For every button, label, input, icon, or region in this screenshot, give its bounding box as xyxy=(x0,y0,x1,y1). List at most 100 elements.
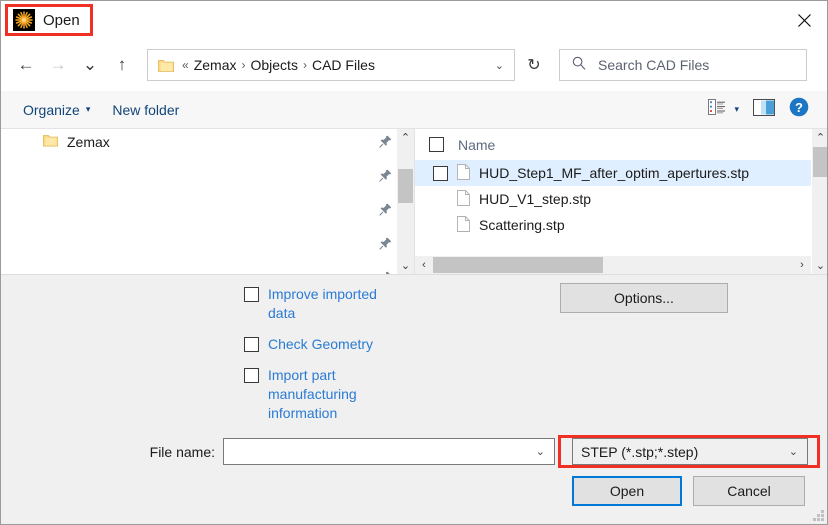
sidebar-item-label: Zemax xyxy=(67,134,110,150)
table-row[interactable]: HUD_V1_step.stp xyxy=(415,186,811,212)
command-bar-right: ▾ ? xyxy=(708,97,809,122)
breadcrumb-item-zemax[interactable]: Zemax xyxy=(194,57,237,73)
filepane-vertical-scrollbar[interactable]: ⌃ ⌄ xyxy=(811,129,827,274)
file-rows: HUD_Step1_MF_after_optim_apertures.stp H… xyxy=(415,160,811,255)
table-row[interactable]: Scattering.stp xyxy=(415,212,811,238)
open-button[interactable]: Open xyxy=(572,476,682,506)
scroll-up-icon[interactable]: ⌃ xyxy=(397,129,414,146)
file-name-label: Scattering.stp xyxy=(479,217,565,233)
navpane-vertical-scrollbar[interactable]: ⌃ ⌄ xyxy=(396,129,414,274)
file-name-label: HUD_V1_step.stp xyxy=(479,191,592,207)
breadcrumb-item-cad-files[interactable]: CAD Files xyxy=(312,57,375,73)
refresh-icon[interactable]: ↻ xyxy=(517,49,551,81)
chevron-down-icon[interactable]: ⌄ xyxy=(789,445,798,458)
address-bar[interactable]: « Zemax › Objects › CAD Files ⌄ xyxy=(147,49,515,81)
chevron-down-icon: ▾ xyxy=(734,104,739,114)
content-panes: Zemax ⌃ ⌄ Name HUD_Step1_MF_after_optim_… xyxy=(1,129,827,274)
option-label: Improve imported data xyxy=(268,286,377,321)
improve-imported-data-checkbox[interactable] xyxy=(244,287,259,302)
svg-text:?: ? xyxy=(795,100,803,115)
back-icon[interactable]: ← xyxy=(11,50,41,80)
navigation-bar: ← → ⌄ ↑ « Zemax › Objects › CAD Files ⌄ xyxy=(1,39,827,91)
zemax-starburst-icon xyxy=(13,9,35,31)
file-name-label: HUD_Step1_MF_after_optim_apertures.stp xyxy=(479,165,750,181)
options-area: Improve imported data Check Geometry Imp… xyxy=(1,274,827,524)
document-icon xyxy=(457,163,470,183)
chevron-down-icon[interactable]: ⌄ xyxy=(495,59,504,72)
chevron-down-icon: ▾ xyxy=(85,104,91,114)
option-label: Check Geometry xyxy=(268,336,374,352)
option-label: Import part manufacturing information xyxy=(268,367,357,421)
chevron-down-icon[interactable]: ⌄ xyxy=(536,445,545,458)
navigation-buttons: ← → ⌄ ↑ xyxy=(11,50,137,80)
scroll-right-icon[interactable]: › xyxy=(793,259,811,271)
option-import-part-manufacturing-information[interactable]: Import part manufacturing information xyxy=(244,366,414,423)
scrollbar-thumb[interactable] xyxy=(813,147,827,177)
file-name-label: File name: xyxy=(149,443,215,460)
select-all-checkbox[interactable] xyxy=(429,137,444,152)
breadcrumb-separator: › xyxy=(241,58,246,72)
scrollbar-thumb[interactable] xyxy=(398,169,413,203)
scroll-down-icon[interactable]: ⌄ xyxy=(812,257,827,274)
option-check-geometry[interactable]: Check Geometry xyxy=(244,335,414,354)
column-header-row: Name xyxy=(415,129,811,160)
search-box[interactable]: Search CAD Files xyxy=(559,49,807,81)
sidebar-item-zemax[interactable]: Zemax xyxy=(1,129,396,155)
dialog-action-buttons: Open Cancel xyxy=(572,476,805,506)
file-name-row: File name: ⌄ STEP (*.stp;*.step) ⌄ xyxy=(1,438,827,465)
title-bar: Open xyxy=(1,1,827,39)
file-type-combo[interactable]: STEP (*.stp;*.step) ⌄ xyxy=(572,438,808,465)
scroll-left-icon[interactable]: ‹ xyxy=(415,259,433,271)
pin-icon[interactable] xyxy=(378,203,392,221)
search-icon xyxy=(572,56,586,75)
import-options-checkboxes: Improve imported data Check Geometry Imp… xyxy=(244,285,414,435)
recent-locations-icon[interactable]: ⌄ xyxy=(75,50,105,80)
new-folder-button[interactable]: New folder xyxy=(112,102,179,118)
open-file-dialog: Open ← → ⌄ ↑ « Zemax › Objects › CAD Fil… xyxy=(0,0,828,525)
file-checkbox[interactable] xyxy=(433,165,448,181)
breadcrumb-prefix: « xyxy=(182,58,189,72)
pin-icon[interactable] xyxy=(378,135,392,153)
filepane-horizontal-scrollbar[interactable]: ‹ › xyxy=(415,255,811,274)
new-folder-label: New folder xyxy=(112,101,180,118)
navigation-pane: Zemax xyxy=(1,129,396,274)
pin-rail xyxy=(374,129,396,274)
option-improve-imported-data[interactable]: Improve imported data xyxy=(244,285,414,323)
folder-icon xyxy=(43,134,59,150)
view-options-button[interactable]: ▾ xyxy=(708,99,739,120)
file-name-combo[interactable]: ⌄ xyxy=(223,438,555,465)
forward-icon[interactable]: → xyxy=(43,50,73,80)
file-name-input[interactable] xyxy=(229,442,536,461)
search-input[interactable]: Search CAD Files xyxy=(598,57,709,73)
help-icon[interactable]: ? xyxy=(789,97,809,122)
organize-button[interactable]: Organize ▾ xyxy=(23,102,90,118)
up-icon[interactable]: ↑ xyxy=(107,50,137,80)
options-button[interactable]: Options... xyxy=(560,283,728,313)
table-row[interactable]: HUD_Step1_MF_after_optim_apertures.stp xyxy=(415,160,811,186)
file-type-value: STEP (*.stp;*.step) xyxy=(581,443,699,460)
pin-icon[interactable] xyxy=(378,237,392,255)
scrollbar-thumb[interactable] xyxy=(433,257,603,273)
breadcrumb-item-objects[interactable]: Objects xyxy=(250,57,297,73)
check-geometry-checkbox[interactable] xyxy=(244,337,259,352)
preview-pane-icon[interactable] xyxy=(753,98,775,121)
column-header-name[interactable]: Name xyxy=(458,137,495,153)
command-bar: Organize ▾ New folder ▾ ? xyxy=(1,91,827,129)
resize-grip[interactable] xyxy=(812,509,825,522)
scroll-down-icon[interactable]: ⌄ xyxy=(397,257,414,274)
import-part-manufacturing-information-checkbox[interactable] xyxy=(244,368,259,383)
breadcrumb-separator: › xyxy=(302,58,307,72)
close-icon[interactable] xyxy=(781,1,827,39)
folder-icon xyxy=(158,59,174,72)
cancel-button[interactable]: Cancel xyxy=(693,476,805,506)
list-view-icon xyxy=(708,99,726,120)
title-bar-left: Open xyxy=(13,9,80,31)
pin-icon[interactable] xyxy=(378,169,392,187)
scroll-up-icon[interactable]: ⌃ xyxy=(812,129,827,146)
document-icon xyxy=(457,215,470,235)
file-list-pane: Name HUD_Step1_MF_after_optim_apertures.… xyxy=(414,129,811,274)
window-title: Open xyxy=(43,11,80,29)
breadcrumb: « Zemax › Objects › CAD Files xyxy=(182,57,375,73)
organize-label: Organize xyxy=(23,101,80,118)
document-icon xyxy=(457,189,470,209)
